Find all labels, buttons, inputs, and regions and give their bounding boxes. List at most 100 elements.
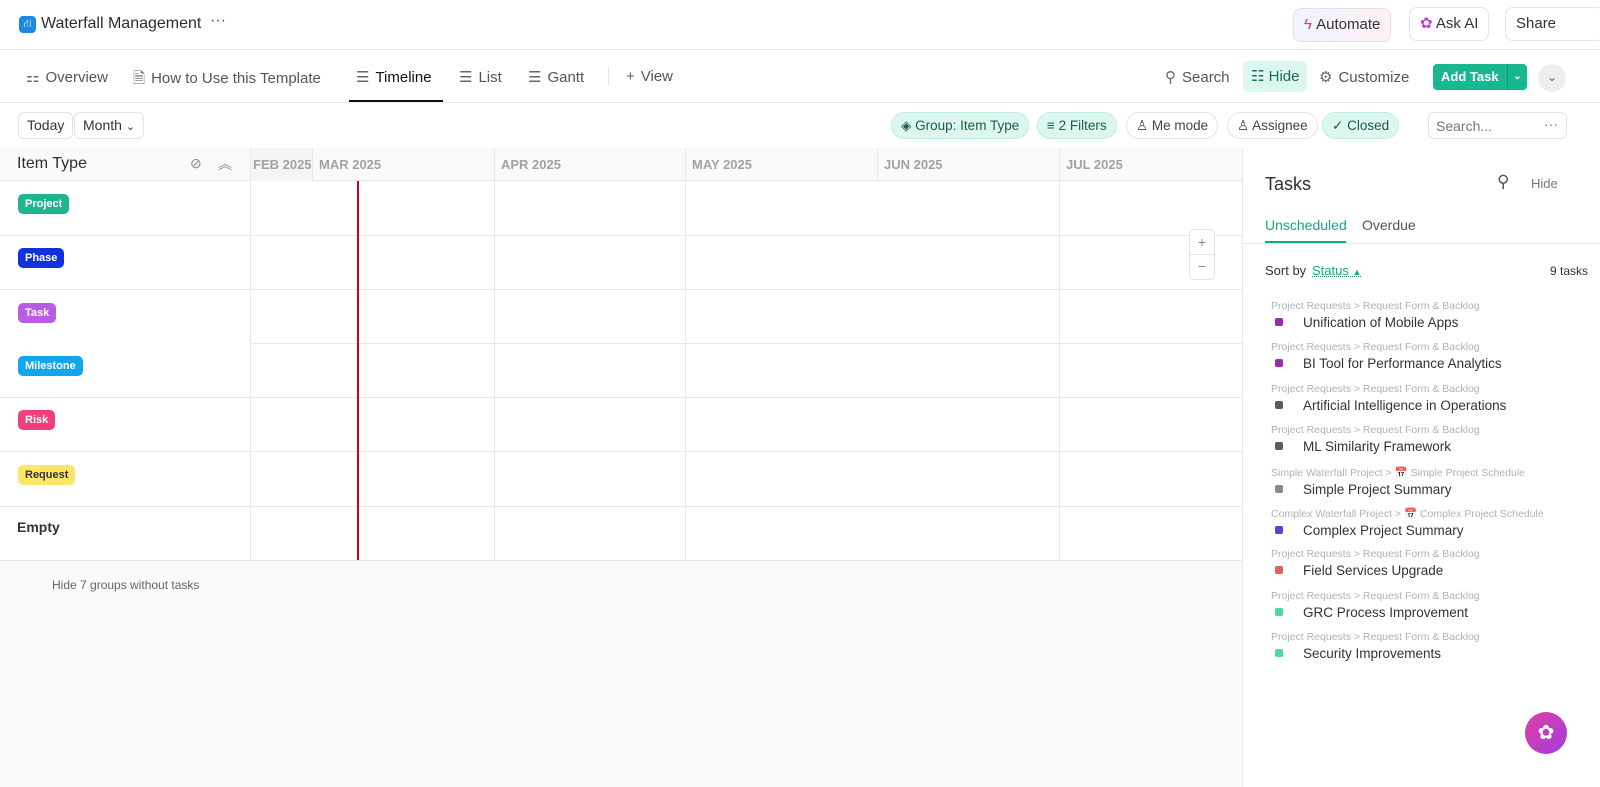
user-icon: ♙ [1136, 118, 1149, 133]
share-button[interactable]: Share [1505, 7, 1600, 41]
month-label: JUL 2025 [1066, 157, 1123, 172]
task-breadcrumb: Project Requests > Request Form & Backlo… [1271, 424, 1480, 437]
task-name: BI Tool for Performance Analytics [1303, 356, 1502, 372]
timeline-header: Item Type ⊘ ︽ FEB 2025 MAR 2025 APR 2025… [0, 148, 1242, 181]
empty-area [0, 561, 1242, 787]
check-circle-icon: ✓ [1332, 118, 1344, 133]
panel-title: Tasks [1265, 174, 1312, 194]
search-icon: ⚲ [1165, 69, 1176, 86]
hide-empty-groups-link[interactable]: Hide 7 groups without tasks [52, 578, 199, 592]
group-badge-phase[interactable]: Phase [18, 248, 65, 268]
group-badge-milestone[interactable]: Milestone [18, 356, 83, 376]
divider [608, 68, 609, 86]
task-item[interactable]: Project Requests > Request Form & Backlo… [1271, 424, 1480, 454]
month-label: FEB 2025 [253, 157, 312, 172]
top-bar: ⛙ Waterfall Management ··· ϟ Automate ✿ … [0, 0, 1600, 50]
search-field[interactable]: ··· [1428, 112, 1567, 139]
grid-icon: ⚏ [26, 69, 40, 86]
ai-assistant-button[interactable]: ✿ [1525, 712, 1567, 754]
task-item[interactable]: Project Requests > Request Form & Backlo… [1271, 300, 1480, 330]
task-name: Unification of Mobile Apps [1303, 315, 1459, 330]
hide-panel-button[interactable]: Hide [1531, 176, 1558, 191]
tab-overview[interactable]: ⚏ Overview [26, 68, 108, 86]
task-item[interactable]: Project Requests > Request Form & Backlo… [1271, 341, 1502, 371]
collapse-all-icon[interactable]: ︽ [218, 154, 232, 174]
timeline-icon: ☰ [356, 69, 370, 86]
tasks-panel: Tasks ⚲ Hide Unscheduled Overdue Sort by… [1242, 148, 1600, 787]
task-item[interactable]: Simple Waterfall Project > 📅 Simple Proj… [1271, 466, 1525, 497]
me-mode-label: Me mode [1151, 118, 1209, 133]
sliders-icon: ☷ [1251, 68, 1265, 85]
group-badge-project[interactable]: Project [18, 194, 70, 214]
zoom-out-button[interactable]: − [1190, 255, 1214, 279]
zoom-in-button[interactable]: + [1190, 230, 1214, 255]
month-label: Month [83, 117, 122, 133]
closed-label: Closed [1347, 118, 1390, 133]
list-icon: ☰ [459, 69, 473, 86]
add-task-label: Add Task [1441, 69, 1499, 84]
month-label: APR 2025 [501, 157, 561, 172]
hide-button[interactable]: ☷ Hide [1243, 61, 1308, 92]
today-line [357, 181, 359, 560]
add-task-button[interactable]: Add Task ⌄ [1433, 64, 1527, 90]
task-item[interactable]: Project Requests > Request Form & Backlo… [1271, 590, 1480, 620]
task-breadcrumb: Project Requests > Request Form & Backlo… [1271, 300, 1480, 312]
filters-button[interactable]: ≡ 2 Filters [1037, 112, 1117, 139]
task-name: Artificial Intelligence in Operations [1303, 397, 1507, 413]
hide-label: Hide [1268, 68, 1300, 85]
layers-icon: ◈ [901, 118, 912, 133]
search-icon[interactable]: ⚲ [1497, 172, 1509, 192]
group-badge-request[interactable]: Request [18, 465, 76, 485]
task-breadcrumb: Project Requests > Request Form & Backlo… [1271, 548, 1480, 561]
task-item[interactable]: Project Requests > Request Form & Backlo… [1271, 631, 1480, 661]
group-badge-task[interactable]: Task [18, 303, 57, 323]
customize-button[interactable]: ⚙ Customize [1319, 68, 1409, 86]
task-name: Field Services Upgrade [1303, 563, 1444, 579]
caret-up-icon: ▲ [1352, 267, 1362, 277]
task-item[interactable]: Complex Waterfall Project > 📅 Complex Pr… [1271, 507, 1544, 538]
tab-label: View [640, 68, 674, 85]
more-icon[interactable]: ··· [1544, 116, 1558, 132]
me-mode-button[interactable]: ♙ Me mode [1126, 112, 1219, 139]
search-button[interactable]: ⚲ Search [1165, 68, 1230, 86]
chevron-down-icon: ⌄ [125, 121, 136, 133]
collapse-chevron-button[interactable]: ⌄ [1538, 64, 1566, 92]
month-dropdown[interactable]: Month ⌄ [74, 112, 145, 139]
tab-list[interactable]: ☰ List [459, 68, 502, 86]
zoom-controls: + − [1189, 229, 1215, 280]
sort-field-button[interactable]: Status ▲ [1312, 263, 1361, 278]
task-breadcrumb: Project Requests > Request Form & Backlo… [1271, 631, 1480, 644]
plus-icon: + [626, 68, 635, 85]
sort-field-label: Status [1312, 263, 1349, 278]
tab-gantt[interactable]: ☰ Gantt [528, 68, 584, 86]
filters-label: 2 Filters [1058, 118, 1107, 133]
task-breadcrumb: Project Requests > Request Form & Backlo… [1271, 589, 1480, 602]
status-square-icon [1275, 566, 1283, 575]
tab-overdue[interactable]: Overdue [1362, 217, 1416, 233]
add-view-button[interactable]: + View [626, 68, 673, 85]
status-square-icon [1275, 649, 1283, 658]
group-label-empty[interactable]: Empty [17, 519, 60, 535]
search-input[interactable] [1436, 118, 1536, 134]
automate-button[interactable]: ϟ Automate [1293, 8, 1392, 42]
automate-label: Automate [1316, 16, 1381, 33]
tab-unscheduled[interactable]: Unscheduled [1265, 217, 1347, 233]
chevron-down-icon[interactable]: ⌄ [1507, 64, 1527, 90]
task-item[interactable]: Project Requests > Request Form & Backlo… [1271, 383, 1506, 413]
task-count: 9 tasks [1549, 264, 1588, 278]
eye-off-icon[interactable]: ⊘ [190, 155, 202, 172]
more-options-button[interactable]: ··· [210, 12, 226, 30]
tab-timeline[interactable]: ☰ Timeline [356, 68, 432, 86]
today-button[interactable]: Today [18, 112, 74, 139]
closed-button[interactable]: ✓ Closed [1322, 112, 1400, 139]
task-breadcrumb: Project Requests > Request Form & Backlo… [1271, 341, 1480, 354]
view-tabs: ⚏ Overview 🗎 How to Use this Template ☰ Tim… [0, 51, 1600, 103]
group-label: Group: Item Type [915, 118, 1020, 133]
group-badge-risk[interactable]: Risk [18, 410, 56, 430]
month-label: JUN 2025 [884, 157, 943, 172]
group-by-button[interactable]: ◈ Group: Item Type [891, 112, 1030, 139]
assignee-button[interactable]: ♙ Assignee [1227, 112, 1318, 139]
ask-ai-button[interactable]: ✿ Ask AI [1409, 7, 1490, 41]
tab-how-to-use[interactable]: 🗎 How to Use this Template [133, 68, 321, 93]
task-item[interactable]: Project Requests > Request Form & Backlo… [1271, 548, 1480, 578]
